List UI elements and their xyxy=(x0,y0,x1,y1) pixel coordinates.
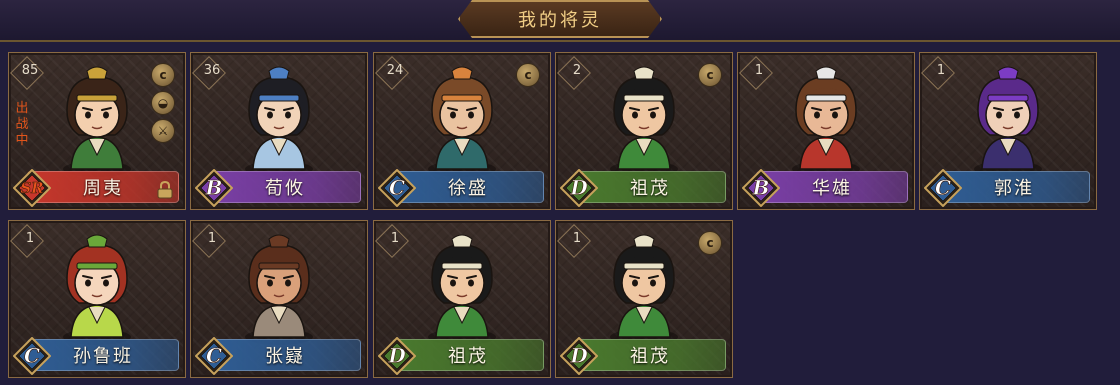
bowl-icon[interactable]: ◒ xyxy=(151,91,175,115)
hero-card[interactable]: 1 孙鲁班 C xyxy=(8,220,186,378)
hero-name: 张嶷 xyxy=(265,346,305,367)
level-label: 2 xyxy=(572,63,582,78)
hero-portrait xyxy=(414,65,510,177)
hero-card[interactable]: 2 c 祖茂 D xyxy=(555,52,733,210)
svg-text:C: C xyxy=(24,344,40,368)
hero-name: 周夷 xyxy=(83,178,123,199)
level-label: 36 xyxy=(203,63,221,78)
hero-name: 华雄 xyxy=(812,178,852,199)
sword-icon[interactable]: ⚔ xyxy=(151,119,175,143)
grade-badge: D xyxy=(378,337,416,375)
grade-badge: C xyxy=(13,337,51,375)
svg-text:D: D xyxy=(569,344,588,368)
level-label: 1 xyxy=(207,231,217,246)
hero-portrait xyxy=(231,233,327,345)
hero-portrait xyxy=(596,65,692,177)
grade-badge: B xyxy=(742,169,780,207)
coin-icon[interactable]: c xyxy=(698,231,722,255)
level-label: 1 xyxy=(25,231,35,246)
deployed-status: 出战中 xyxy=(15,101,29,148)
hero-portrait xyxy=(960,65,1056,177)
coin-icon[interactable]: c xyxy=(151,63,175,87)
hero-name: 孙鲁班 xyxy=(73,346,133,367)
svg-text:C: C xyxy=(206,344,222,368)
level-label: 1 xyxy=(572,231,582,246)
hero-card[interactable]: 24 c 徐盛 C xyxy=(373,52,551,210)
grade-badge: SR xyxy=(13,169,51,207)
svg-text:C: C xyxy=(935,176,951,200)
coin-icon[interactable]: c xyxy=(698,63,722,87)
grade-badge: B xyxy=(195,169,233,207)
svg-text:SR: SR xyxy=(20,179,43,197)
hero-name: 祖茂 xyxy=(630,178,670,199)
header-bar: 我的将灵 xyxy=(0,0,1120,42)
svg-text:D: D xyxy=(569,176,588,200)
level-label: 85 xyxy=(21,63,39,78)
svg-text:B: B xyxy=(205,176,223,200)
hero-portrait xyxy=(49,233,145,345)
level-label: 1 xyxy=(754,63,764,78)
grade-badge: C xyxy=(924,169,962,207)
page-title: 我的将灵 xyxy=(518,10,602,31)
hero-name: 祖茂 xyxy=(448,346,488,367)
hero-card[interactable]: 1 张嶷 C xyxy=(190,220,368,378)
svg-text:C: C xyxy=(389,176,405,200)
hero-portrait xyxy=(414,233,510,345)
hero-name: 徐盛 xyxy=(448,178,488,199)
hero-card[interactable]: 1 c 祖茂 D xyxy=(555,220,733,378)
hero-card[interactable]: 1 华雄 B xyxy=(737,52,915,210)
hero-name: 郭淮 xyxy=(994,178,1034,199)
hero-card[interactable]: 1 祖茂 D xyxy=(373,220,551,378)
hero-card[interactable]: 36 荀攸 B xyxy=(190,52,368,210)
level-label: 1 xyxy=(936,63,946,78)
grade-badge: C xyxy=(195,337,233,375)
svg-text:D: D xyxy=(387,344,406,368)
hero-portrait xyxy=(49,65,145,177)
title-plate: 我的将灵 xyxy=(458,0,662,38)
grade-badge: D xyxy=(560,337,598,375)
hero-name: 祖茂 xyxy=(630,346,670,367)
hero-portrait xyxy=(231,65,327,177)
lock-icon[interactable] xyxy=(157,180,173,199)
grade-badge: D xyxy=(560,169,598,207)
hero-card[interactable]: 85 出战中 c ◒ ⚔ 周夷 SR xyxy=(8,52,186,210)
hero-card[interactable]: 1 郭淮 C xyxy=(919,52,1097,210)
level-label: 24 xyxy=(386,63,404,78)
coin-icon[interactable]: c xyxy=(516,63,540,87)
hero-portrait xyxy=(778,65,874,177)
hero-name: 荀攸 xyxy=(265,178,305,199)
svg-text:B: B xyxy=(752,176,770,200)
level-label: 1 xyxy=(390,231,400,246)
grade-badge: C xyxy=(378,169,416,207)
hero-portrait xyxy=(596,233,692,345)
